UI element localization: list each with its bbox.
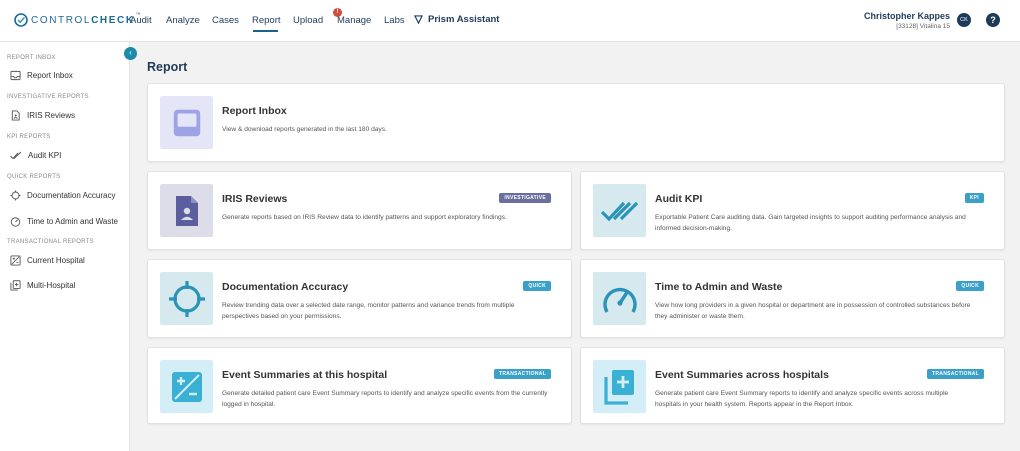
sidebar-item-time-to-admin[interactable]: Time to Admin and Waste [10,216,118,227]
nav-audit[interactable]: Audit [130,15,152,26]
audit-kpi-card[interactable]: Audit KPI KPI Exportable Patient Care au… [580,171,1005,250]
card-description: Review trending data over a selected dat… [222,302,515,320]
prism-assistant-button[interactable]: Prism Assistant [414,14,499,25]
stacked-docs-icon [10,280,21,291]
sidebar-item-multi-hospital[interactable]: Multi-Hospital [10,280,75,291]
document-icon [11,110,20,121]
logo-text: CONTROLCHECK [31,14,135,26]
event-summaries-hospital-card[interactable]: Event Summaries at this hospital TRANSAC… [147,347,572,424]
transactional-tag: TRANSACTIONAL [494,369,551,379]
nav-upload[interactable]: Upload [293,15,323,26]
iris-reviews-card[interactable]: IRIS Reviews INVESTIGATIVE Generate repo… [147,171,572,250]
sidebar-item-label: Documentation Accuracy [27,191,116,200]
plus-minus-icon [10,255,21,266]
sidebar-item-label: Audit KPI [28,151,62,160]
card-title: Event Summaries at this hospital [222,369,388,381]
sidebar-section-investigative: INVESTIGATIVE REPORTS [7,94,89,100]
inbox-icon [173,109,200,136]
stacked-docs-icon [603,369,634,405]
sidebar-item-label: Current Hospital [27,256,85,265]
documentation-accuracy-card[interactable]: Documentation Accuracy QUICK Review tren… [147,259,572,338]
gauge-icon [602,287,637,313]
controlcheck-logo[interactable]: CONTROLCHECK ™ [14,12,141,28]
user-name: Christopher Kappes [863,11,950,21]
nav-analyze[interactable]: Analyze [166,15,200,26]
event-summaries-across-card-icon [593,360,646,413]
sidebar: REPORT INBOX Report Inbox INVESTIGATIVE … [0,42,130,451]
sidebar-section-transactional: TRANSACTIONAL REPORTS [7,239,94,245]
active-nav-indicator [253,30,278,32]
page-title: Report [147,60,188,74]
sidebar-section-kpi: KPI REPORTS [7,134,51,140]
inbox-icon [10,70,21,81]
avatar[interactable]: CK [957,13,971,27]
time-to-admin-card-icon [593,272,646,325]
sidebar-item-iris-reviews[interactable]: IRIS Reviews [10,110,75,121]
help-icon[interactable]: ? [986,13,1000,27]
sidebar-item-report-inbox[interactable]: Report Inbox [10,70,73,81]
gauge-icon [10,217,21,227]
user-facility: [33128] Vitalina 15 [896,23,950,30]
card-title: Audit KPI [655,193,703,205]
card-title: Time to Admin and Waste [655,281,783,293]
report-inbox-card[interactable]: Report Inbox View & download reports gen… [147,83,1005,162]
iris-reviews-card-icon [160,184,213,237]
crosshair-icon [10,190,21,201]
card-description: Generate patient care Event Summary repo… [655,390,949,408]
card-title: IRIS Reviews [222,193,288,205]
card-description: Exportable Patient Care auditing data. G… [655,214,966,232]
nav-report[interactable]: Report [252,15,281,26]
nav-cases[interactable]: Cases [212,15,239,26]
card-title: Event Summaries across hospitals [655,369,829,381]
nav-labs[interactable]: Labs [384,15,405,26]
card-description: Generate detailed patient care Event Sum… [222,390,548,408]
report-inbox-card-icon [160,96,213,149]
quick-tag: QUICK [523,281,551,291]
kpi-tag: KPI [964,193,984,203]
sidebar-section-report-inbox: REPORT INBOX [7,55,56,61]
sidebar-item-label: IRIS Reviews [27,111,76,120]
sidebar-item-label: Time to Admin and Waste [27,217,118,226]
sidebar-item-label: Multi-Hospital [27,281,76,290]
card-description: View how long providers in a given hospi… [655,302,971,320]
nav-manage[interactable]: Manage [337,15,371,26]
sidebar-item-current-hospital[interactable]: Current Hospital [10,255,85,266]
event-summaries-across-card[interactable]: Event Summaries across hospitals TRANSAC… [580,347,1005,424]
manage-alert-badge: ! [333,8,342,17]
documentation-accuracy-card-icon [160,272,213,325]
prism-icon [414,15,423,24]
time-to-admin-card[interactable]: Time to Admin and Waste QUICK View how l… [580,259,1005,338]
quick-tag: QUICK [956,281,984,291]
document-icon [175,195,198,226]
card-title: Documentation Accuracy [222,281,349,293]
investigative-tag: INVESTIGATIVE [499,193,551,203]
prism-assistant-label: Prism Assistant [428,14,500,25]
logo-mark-icon [14,13,28,27]
crosshair-icon [168,280,205,317]
sidebar-item-label: Report Inbox [27,71,73,80]
plus-minus-icon [171,371,202,402]
sidebar-section-quick: QUICK REPORTS [7,174,61,180]
event-summaries-hospital-card-icon [160,360,213,413]
card-description: Generate reports based on IRIS Review da… [222,214,507,221]
audit-kpi-card-icon [593,184,646,237]
sidebar-item-audit-kpi[interactable]: Audit KPI [10,150,61,161]
sidebar-item-documentation-accuracy[interactable]: Documentation Accuracy [10,190,116,201]
sidebar-collapse-button[interactable]: ‹ [124,47,137,60]
double-check-icon [10,151,22,160]
double-check-icon [600,201,638,221]
top-bar: CONTROLCHECK ™ Audit Analyze Cases Repor… [0,0,1020,42]
card-description: View & download reports generated in the… [222,126,387,133]
card-title: Report Inbox [222,105,287,117]
transactional-tag: TRANSACTIONAL [927,369,984,379]
